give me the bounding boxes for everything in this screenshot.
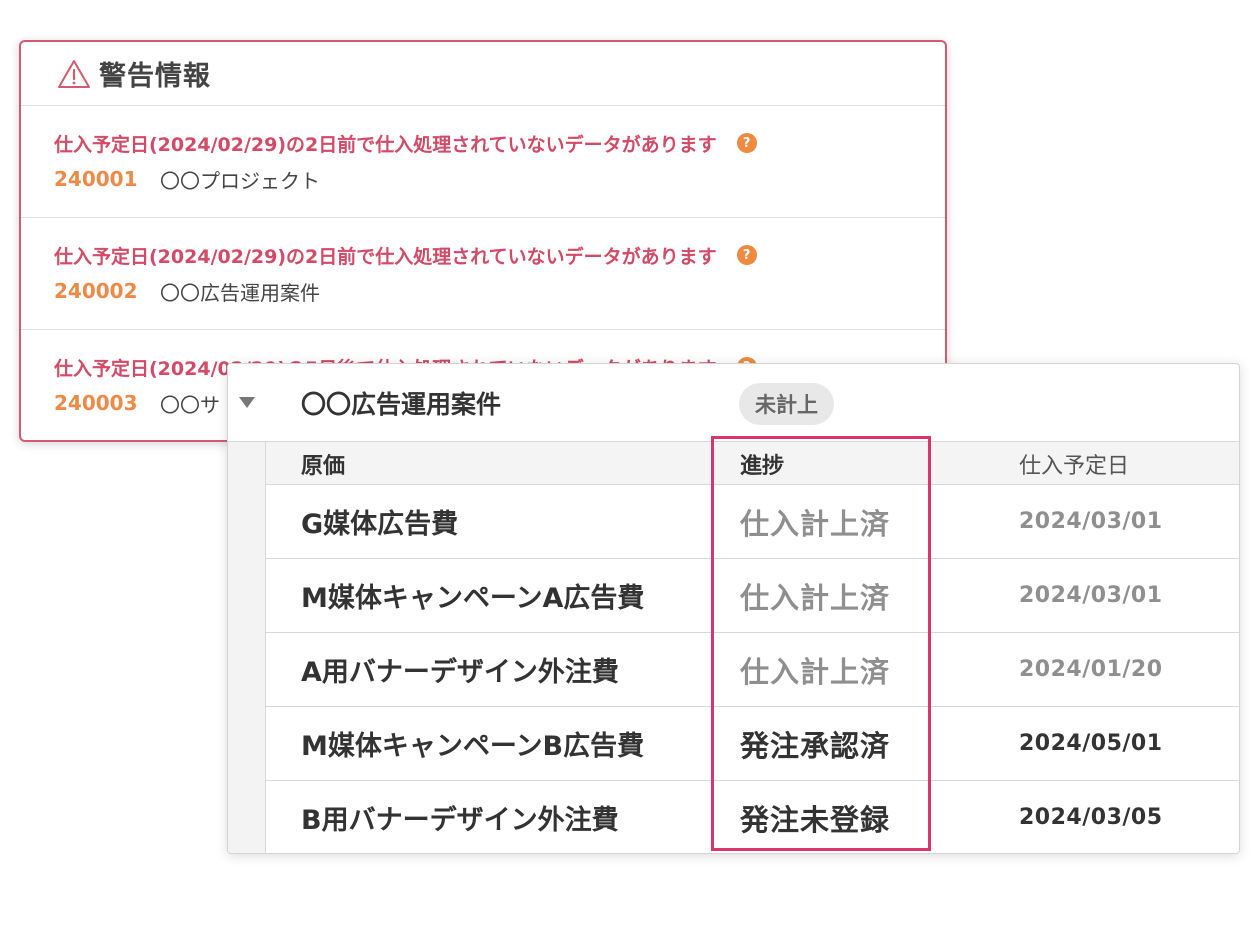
- purchase-date: 2024/03/05: [1019, 805, 1163, 830]
- progress-status: 仕入計上済: [740, 654, 891, 689]
- progress-status: 発注未登録: [740, 802, 891, 837]
- table-row[interactable]: G媒体広告費 仕入計上済 2024/03/01: [266, 485, 1239, 559]
- warning-project-name: 〇〇広告運用案件: [160, 280, 320, 305]
- table-header: 原価 進捗 仕入予定日: [266, 442, 1239, 485]
- cost-item-name: M媒体キャンペーンA広告費: [301, 583, 645, 614]
- warning-project-code[interactable]: 240001: [54, 167, 160, 191]
- warning-item: 仕入予定日(2024/02/29)の2日前で仕入処理されていないデータがあります…: [21, 218, 945, 330]
- caret-down-icon: [239, 397, 255, 408]
- progress-status: 仕入計上済: [740, 506, 891, 541]
- column-header-cost[interactable]: 原価: [301, 442, 345, 485]
- progress-status: 仕入計上済: [740, 580, 891, 615]
- cost-item-name: M媒体キャンペーンB広告費: [301, 731, 645, 762]
- warning-message: 仕入予定日(2024/02/29)の2日前で仕入処理されていないデータがあります: [54, 245, 717, 268]
- warning-project-name: 〇〇プロジェクト: [160, 168, 320, 193]
- table-row[interactable]: B用バナーデザイン外注費 発注未登録 2024/03/05: [266, 781, 1239, 853]
- cost-item-name: A用バナーデザイン外注費: [301, 657, 619, 688]
- warning-message: 仕入予定日(2024/02/29)の2日前で仕入処理されていないデータがあります: [54, 133, 717, 156]
- warning-title: 警告情報: [99, 61, 211, 92]
- help-icon[interactable]: ?: [736, 245, 757, 265]
- warning-header: 警告情報: [21, 42, 945, 106]
- purchase-date: 2024/01/20: [1019, 657, 1163, 682]
- cost-item-name: G媒体広告費: [301, 509, 459, 540]
- table-row[interactable]: M媒体キャンペーンA広告費 仕入計上済 2024/03/01: [266, 559, 1239, 633]
- cost-item-name: B用バナーデザイン外注費: [301, 805, 619, 836]
- table-row[interactable]: A用バナーデザイン外注費 仕入計上済 2024/01/20: [266, 633, 1239, 707]
- warning-project-code[interactable]: 240002: [54, 279, 160, 303]
- progress-status: 発注承認済: [740, 728, 891, 763]
- warning-item: 仕入予定日(2024/02/29)の2日前で仕入処理されていないデータがあります…: [21, 106, 945, 218]
- help-icon[interactable]: ?: [736, 133, 757, 153]
- purchase-date: 2024/05/01: [1019, 731, 1163, 756]
- group-name: 〇〇広告運用案件: [301, 389, 502, 419]
- purchase-date: 2024/03/01: [1019, 509, 1163, 534]
- warning-project-code[interactable]: 240003: [54, 391, 160, 415]
- warning-project-name: 〇〇サ: [160, 392, 220, 417]
- cost-table-panel: 〇〇広告運用案件 未計上 原価 進捗 仕入予定日 G媒体広告費 仕入計上済 20…: [227, 363, 1240, 854]
- group-row[interactable]: 〇〇広告運用案件 未計上: [266, 364, 1239, 442]
- status-badge: 未計上: [739, 383, 834, 425]
- purchase-date: 2024/03/01: [1019, 583, 1163, 608]
- collapse-toggle[interactable]: [228, 364, 266, 442]
- column-header-date[interactable]: 仕入予定日: [1019, 442, 1129, 485]
- table-row[interactable]: M媒体キャンペーンB広告費 発注承認済 2024/05/01: [266, 707, 1239, 781]
- column-header-progress[interactable]: 進捗: [740, 442, 784, 485]
- warning-triangle-icon: [58, 59, 90, 88]
